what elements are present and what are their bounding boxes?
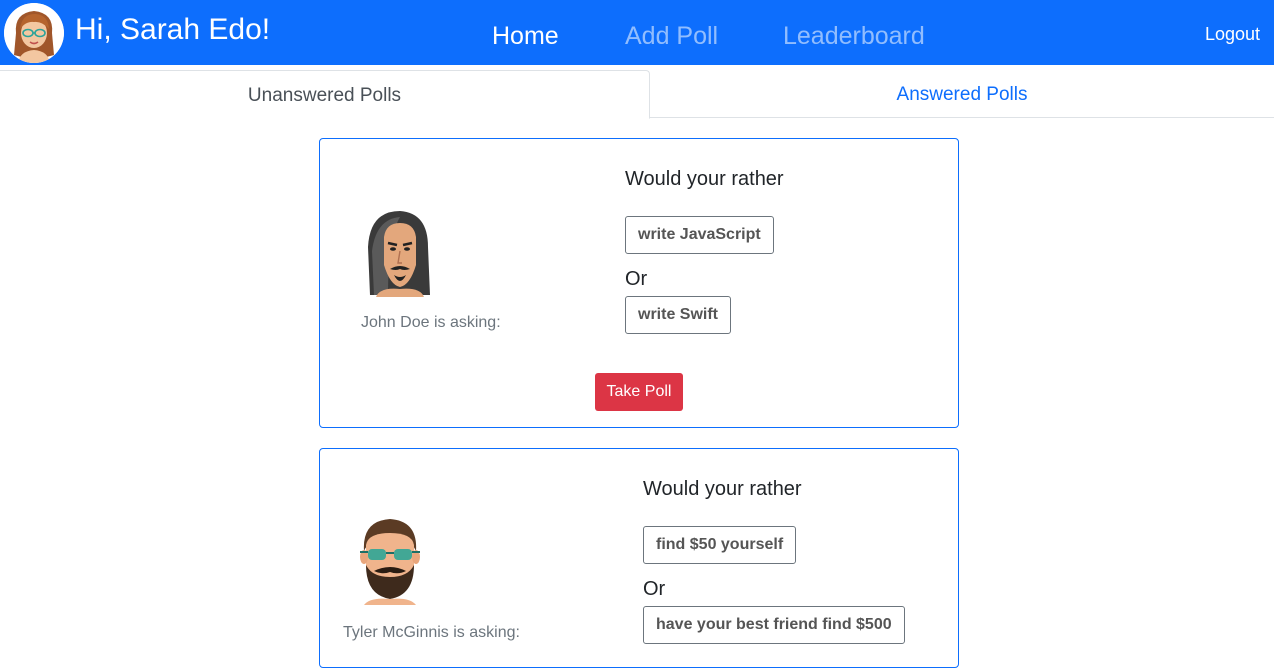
option-two-button[interactable]: write Swift [625, 296, 732, 334]
or-label: Or [643, 578, 666, 600]
nav-link-leaderboard[interactable]: Leaderboard [783, 18, 925, 54]
take-poll-button[interactable]: Take Poll [595, 373, 683, 411]
poll-card: Tyler McGinnis is asking: Would your rat… [319, 448, 959, 668]
long-hair-man-avatar-icon [368, 211, 430, 297]
author-caption: Tyler McGinnis is asking: [343, 624, 520, 641]
bearded-man-avatar-icon [360, 519, 420, 605]
greeting-text: Hi, Sarah Edo! [75, 13, 271, 46]
question-title: Would your rather [625, 168, 784, 190]
author-avatar [350, 515, 430, 605]
nav-link-add-poll[interactable]: Add Poll [625, 18, 718, 54]
tab-answered-polls[interactable]: Answered Polls [650, 70, 1274, 118]
question-title: Would your rather [643, 478, 802, 500]
option-one-button[interactable]: write JavaScript [625, 216, 774, 254]
poll-tabs: Unanswered Polls Answered Polls [0, 70, 1274, 119]
logout-link[interactable]: Logout [1205, 22, 1260, 46]
poll-card: John Doe is asking: Would your rather wr… [319, 138, 959, 428]
option-one-button[interactable]: find $50 yourself [643, 526, 797, 564]
tab-unanswered-polls[interactable]: Unanswered Polls [0, 70, 650, 119]
user-avatar [4, 3, 64, 63]
author-avatar [358, 207, 438, 297]
woman-avatar-icon [4, 3, 64, 63]
top-navbar: Hi, Sarah Edo! Home Add Poll Leaderboard… [0, 0, 1274, 65]
author-caption: John Doe is asking: [361, 314, 501, 331]
or-label: Or [625, 268, 648, 290]
option-two-button[interactable]: have your best friend find $500 [643, 606, 905, 644]
nav-link-home[interactable]: Home [492, 18, 559, 54]
